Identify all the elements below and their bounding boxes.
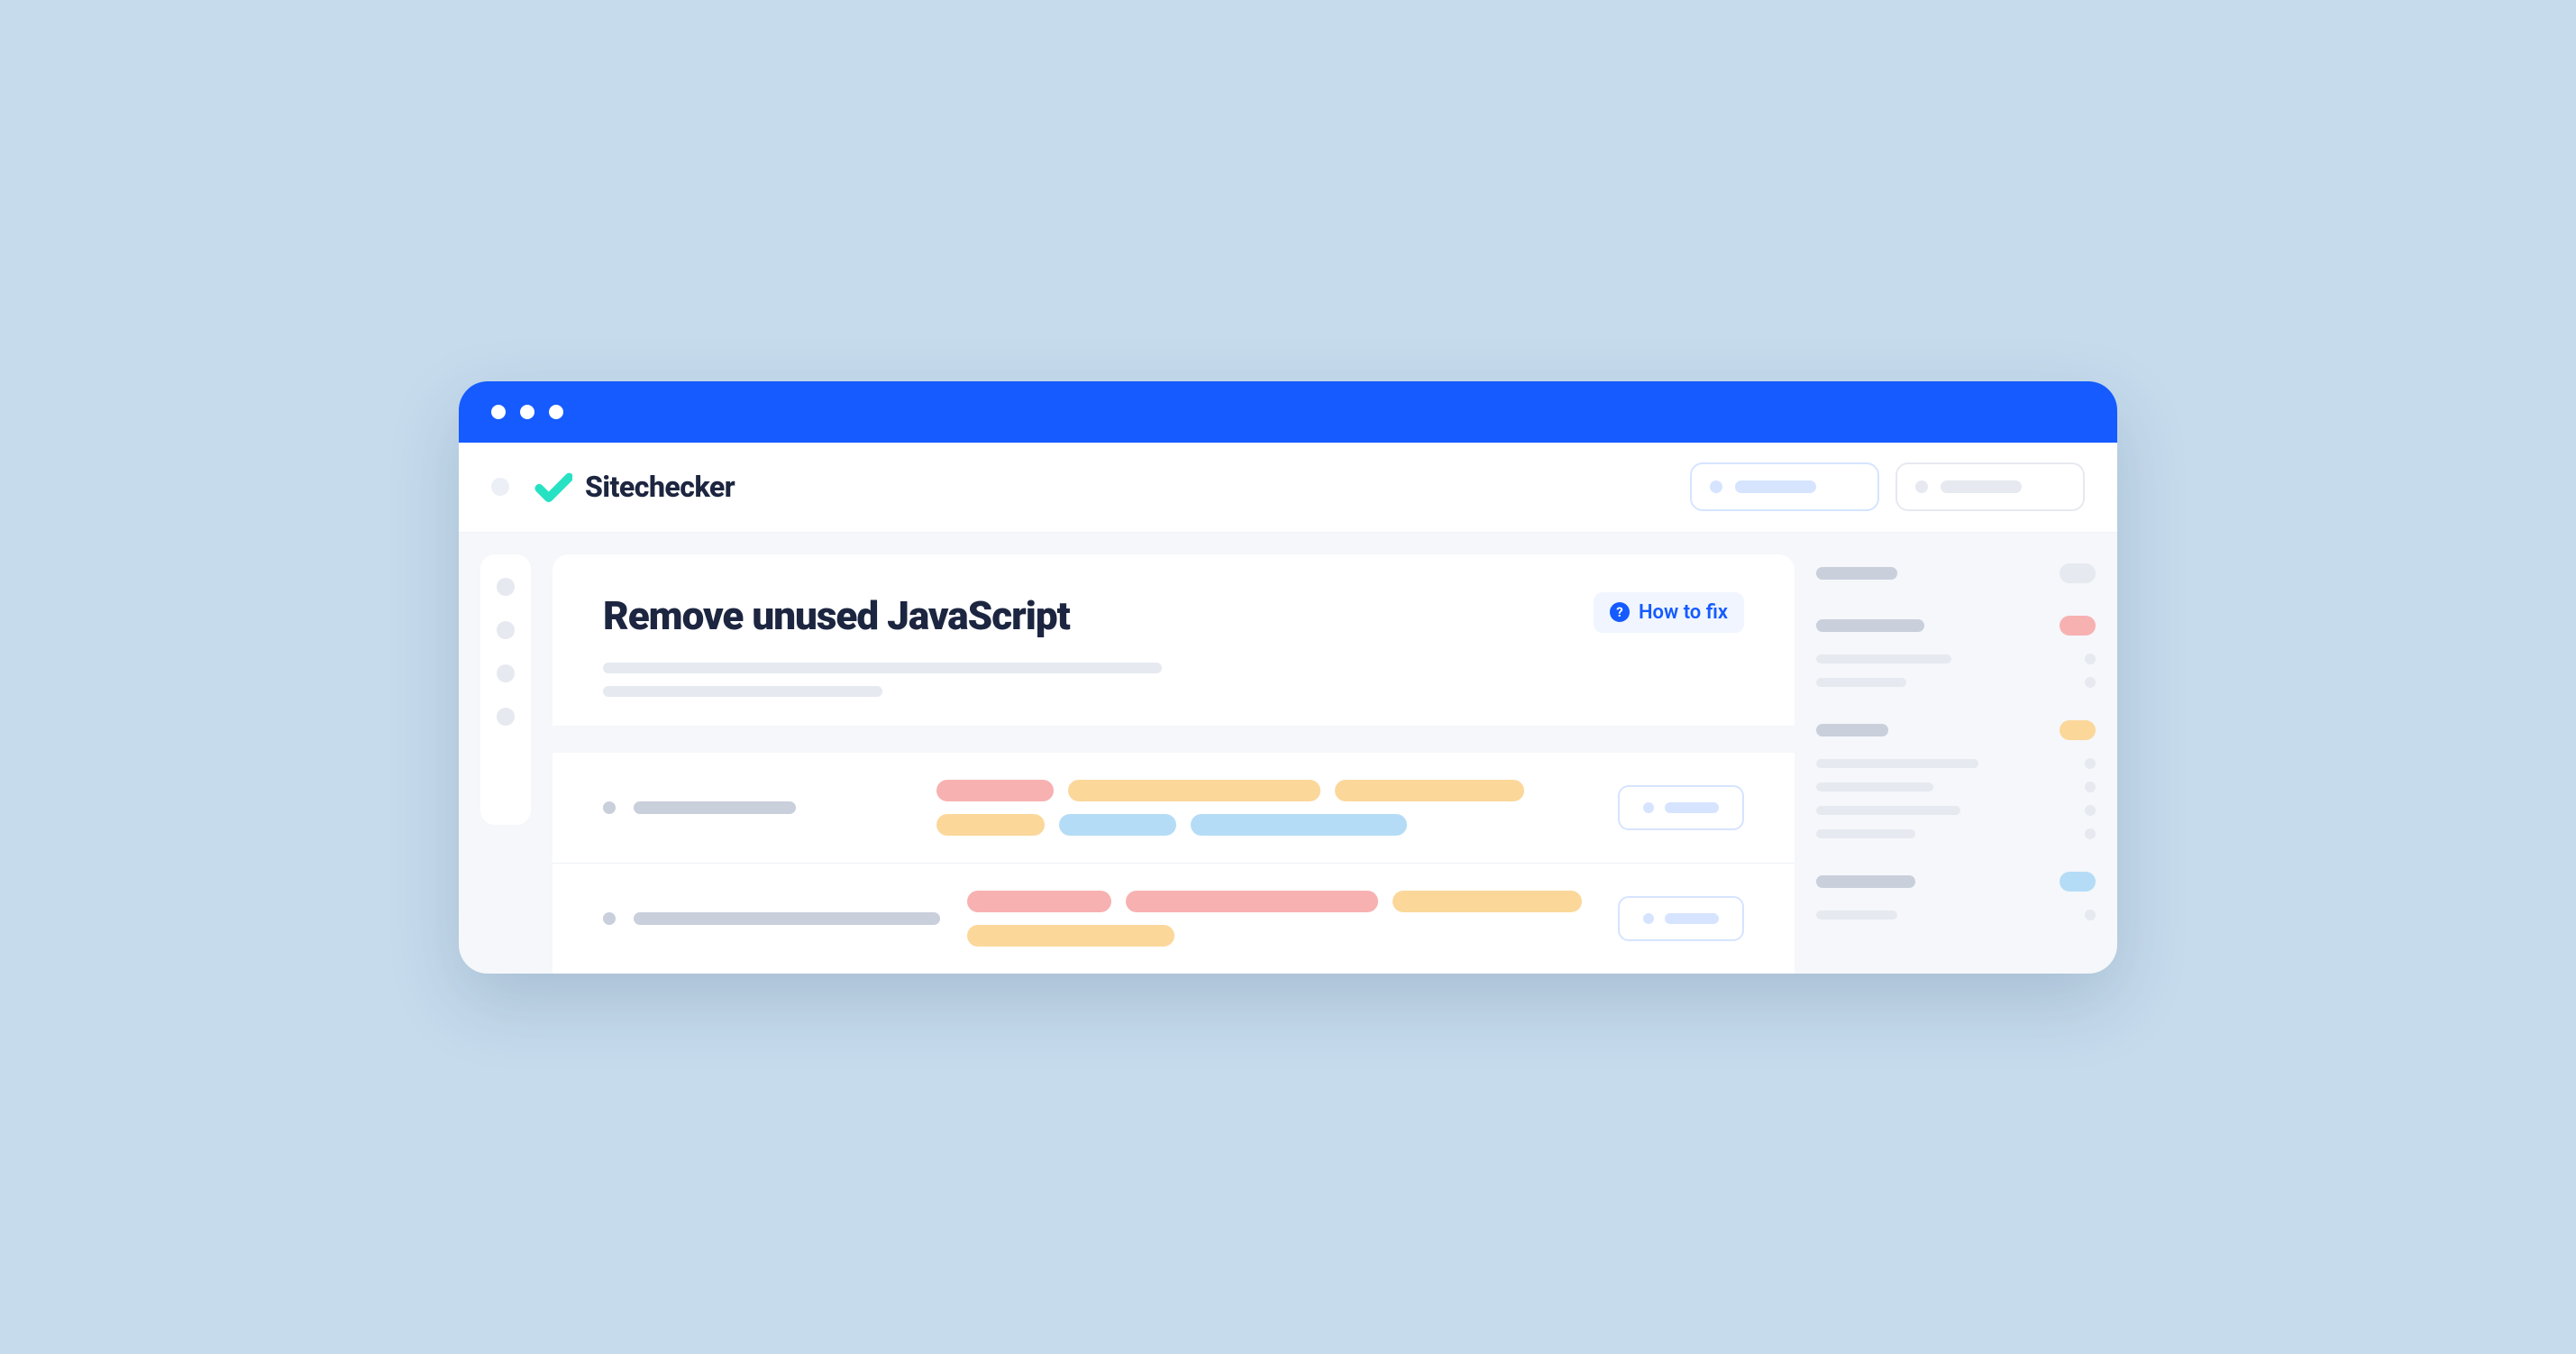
side-item[interactable]: [1816, 910, 2096, 920]
top-actions: [1690, 462, 2085, 511]
side-item[interactable]: [1816, 654, 2096, 664]
sidenav-item[interactable]: [497, 708, 515, 726]
logo-checkmark-icon: [534, 468, 572, 506]
app-window: Sitechecker Remove unused JavaScript ? H: [459, 381, 2117, 974]
header-action-secondary[interactable]: [1895, 462, 2085, 511]
tags: [936, 780, 1591, 836]
window-control-close[interactable]: [491, 405, 506, 419]
count-badge: [2060, 616, 2096, 636]
status-dot-icon: [603, 801, 616, 814]
row-action-button[interactable]: [1618, 785, 1744, 830]
result-row: [553, 753, 1795, 864]
side-group: [1816, 720, 2096, 839]
sidenav-item[interactable]: [497, 621, 515, 639]
description-placeholder: [603, 663, 1744, 697]
url-placeholder: [634, 912, 940, 925]
sidenav-item[interactable]: [497, 578, 515, 596]
how-to-fix-label: How to fix: [1639, 601, 1728, 624]
menu-toggle[interactable]: [491, 478, 509, 496]
brand-name: Sitechecker: [585, 470, 735, 504]
count-badge: [2060, 872, 2096, 892]
window-control-minimize[interactable]: [520, 405, 534, 419]
side-panel: [1816, 554, 2096, 974]
window-control-maximize[interactable]: [549, 405, 563, 419]
content: Remove unused JavaScript ? How to fix: [553, 554, 1795, 974]
sidenav: [480, 554, 531, 825]
side-item[interactable]: [1816, 828, 2096, 839]
side-group: [1816, 872, 2096, 920]
window-titlebar: [459, 381, 2117, 443]
count-badge: [2060, 720, 2096, 740]
main: Remove unused JavaScript ? How to fix: [553, 554, 2117, 974]
logo[interactable]: Sitechecker: [534, 468, 735, 506]
side-item[interactable]: [1816, 677, 2096, 688]
tags: [967, 891, 1591, 947]
row-action-button[interactable]: [1618, 896, 1744, 941]
page-header-card: Remove unused JavaScript ? How to fix: [553, 554, 1795, 726]
header-action-primary[interactable]: [1690, 462, 1879, 511]
side-group: [1816, 616, 2096, 688]
url-placeholder: [634, 801, 796, 814]
count-badge: [2060, 563, 2096, 583]
how-to-fix-button[interactable]: ? How to fix: [1594, 592, 1744, 633]
side-item[interactable]: [1816, 758, 2096, 769]
page-title: Remove unused JavaScript: [603, 592, 1070, 639]
status-dot-icon: [603, 912, 616, 925]
result-row: [553, 864, 1795, 974]
help-icon: ?: [1610, 602, 1630, 622]
side-group: [1816, 563, 2096, 583]
sidenav-item[interactable]: [497, 664, 515, 682]
body: Remove unused JavaScript ? How to fix: [459, 533, 2117, 974]
side-item[interactable]: [1816, 805, 2096, 816]
topbar: Sitechecker: [459, 443, 2117, 533]
side-item[interactable]: [1816, 782, 2096, 792]
